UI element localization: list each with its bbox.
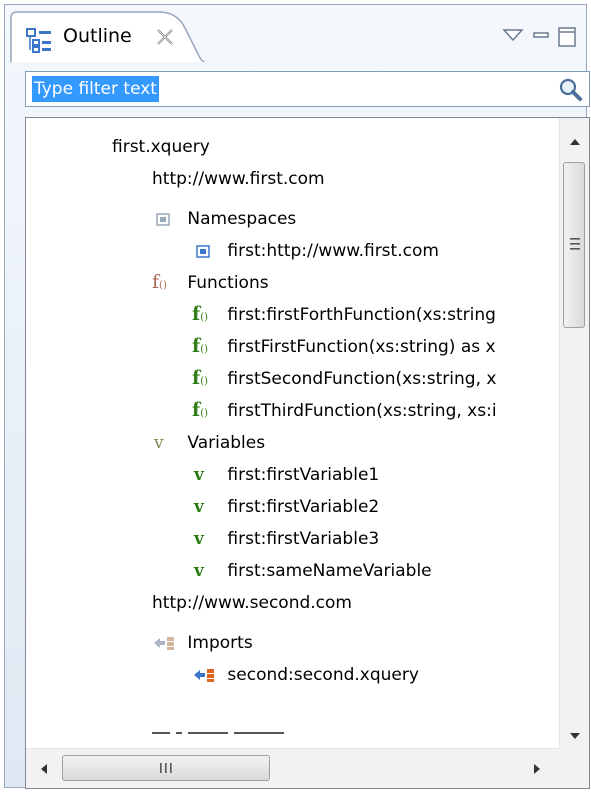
tree-item-label: firstThirdFunction(xs:string, xs:i bbox=[227, 401, 497, 421]
outline-view: Outline Type filter text first.xquery ht… bbox=[4, 4, 590, 789]
tree-item-label: http://www.second.com bbox=[152, 593, 352, 613]
tree-item-label: first.xquery bbox=[112, 137, 210, 157]
tree-item-module[interactable]: http://www.first.com bbox=[152, 164, 325, 194]
tree-item-variable[interactable]: v first:sameNameVariable bbox=[192, 556, 432, 586]
import-icon bbox=[192, 660, 222, 690]
tree-item-label: first:http://www.first.com bbox=[227, 241, 439, 261]
tree-item-module[interactable]: http://www.second.com bbox=[152, 588, 352, 618]
tree-item-label: Functions bbox=[187, 273, 269, 293]
functions-folder-icon: f() bbox=[152, 271, 167, 293]
tree-item-label: first:firstVariable2 bbox=[227, 497, 380, 517]
tree-item-imports[interactable]: Imports bbox=[152, 628, 253, 658]
close-icon[interactable] bbox=[155, 27, 175, 47]
tree-item-label: firstSecondFunction(xs:string, x bbox=[227, 369, 497, 389]
filter-input[interactable]: Type filter text bbox=[25, 71, 590, 107]
imports-folder-icon bbox=[152, 628, 182, 658]
namespace-folder-icon bbox=[152, 204, 182, 234]
function-icon: f() bbox=[192, 335, 208, 357]
tree-item-variable[interactable]: v first:firstVariable2 bbox=[192, 492, 379, 522]
vertical-scroll-thumb[interactable] bbox=[563, 162, 585, 328]
function-icon: f() bbox=[192, 399, 208, 421]
tree-item-import[interactable]: second:second.xquery bbox=[192, 660, 419, 690]
variables-folder-icon: v bbox=[154, 433, 164, 453]
horizontal-scroll-thumb[interactable] bbox=[62, 755, 270, 781]
tree-item-label: first:firstVariable1 bbox=[227, 465, 380, 485]
tab-outline[interactable]: Outline bbox=[9, 10, 205, 62]
scroll-right-icon[interactable] bbox=[533, 763, 541, 775]
tree-item-label: first:firstVariable3 bbox=[227, 529, 380, 549]
function-icon: f() bbox=[192, 367, 208, 389]
tree-item-label: Imports bbox=[187, 633, 253, 653]
variable-icon: v bbox=[194, 561, 204, 581]
tree-item-file[interactable]: first.xquery bbox=[112, 132, 210, 162]
scroll-grip-icon bbox=[160, 763, 172, 773]
filter-text-selected[interactable]: Type filter text bbox=[32, 76, 159, 102]
scroll-up-icon[interactable] bbox=[569, 138, 581, 146]
variable-icon: v bbox=[194, 497, 204, 517]
maximize-icon[interactable] bbox=[558, 27, 576, 47]
minimize-icon[interactable] bbox=[533, 27, 549, 43]
variable-icon: v bbox=[194, 465, 204, 485]
tree-item-function[interactable]: f() firstSecondFunction(xs:string, x bbox=[192, 364, 496, 394]
search-icon[interactable] bbox=[557, 77, 583, 103]
scroll-down-icon[interactable] bbox=[569, 732, 581, 740]
namespace-icon bbox=[192, 236, 222, 266]
view-menu-icon[interactable] bbox=[502, 27, 524, 43]
tree-item-label: Namespaces bbox=[187, 209, 297, 229]
tree-item-label: second:second.xquery bbox=[227, 665, 419, 685]
tree-item-label: first:sameNameVariable bbox=[227, 561, 432, 581]
tree-content: first.xquery http://www.first.com Namesp… bbox=[26, 118, 560, 748]
scrollbar-corner bbox=[559, 748, 589, 788]
tree-item-namespace[interactable]: first:http://www.first.com bbox=[192, 236, 439, 266]
tree-item-variable[interactable]: v first:firstVariable3 bbox=[192, 524, 379, 554]
cut-off-text-fragment bbox=[152, 732, 284, 734]
tree-item-label: Variables bbox=[187, 433, 266, 453]
tree-item-functions[interactable]: f() Functions bbox=[152, 268, 269, 298]
outline-tree[interactable]: first.xquery http://www.first.com Namesp… bbox=[25, 117, 590, 789]
horizontal-scrollbar[interactable] bbox=[26, 748, 560, 788]
tab-title: Outline bbox=[63, 25, 132, 47]
outline-view-icon bbox=[26, 28, 51, 53]
tree-item-cut-off bbox=[152, 732, 332, 748]
tree-item-namespaces[interactable]: Namespaces bbox=[152, 204, 296, 234]
tree-item-label: firstFirstFunction(xs:string) as x bbox=[227, 337, 496, 357]
scroll-grip-icon bbox=[570, 238, 580, 250]
vertical-scrollbar[interactable] bbox=[559, 118, 589, 748]
tree-item-function[interactable]: f() first:firstForthFunction(xs:string bbox=[192, 300, 496, 330]
tree-item-label: first:firstForthFunction(xs:string bbox=[227, 305, 496, 325]
tree-item-function[interactable]: f() firstThirdFunction(xs:string, xs:i bbox=[192, 396, 497, 426]
tree-item-label: http://www.first.com bbox=[152, 169, 325, 189]
function-icon: f() bbox=[192, 303, 208, 325]
scroll-left-icon[interactable] bbox=[40, 763, 48, 775]
tree-item-variables[interactable]: v Variables bbox=[152, 428, 265, 458]
tree-item-variable[interactable]: v first:firstVariable1 bbox=[192, 460, 379, 490]
tree-item-function[interactable]: f() firstFirstFunction(xs:string) as x bbox=[192, 332, 496, 362]
variable-icon: v bbox=[194, 529, 204, 549]
